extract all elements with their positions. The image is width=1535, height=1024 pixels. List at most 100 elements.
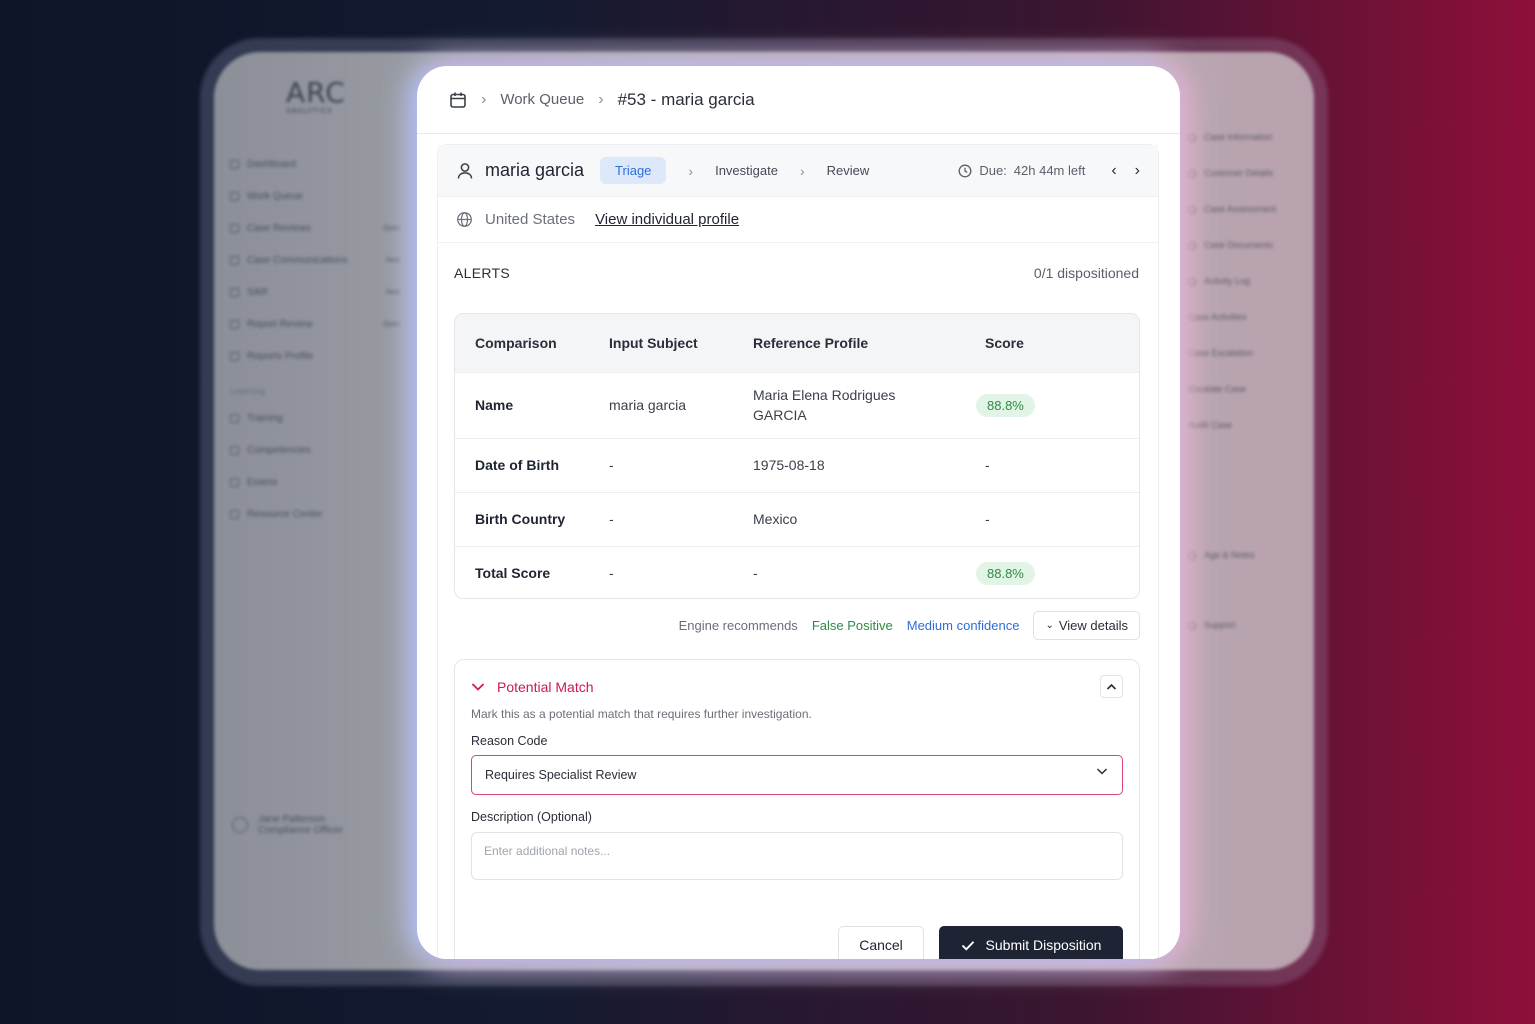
check-icon xyxy=(961,940,974,951)
bg-nav-item[interactable]: Case Reviews Open xyxy=(230,212,400,244)
due-indicator: Due: 42h 44m left xyxy=(958,163,1085,178)
bg-nav-item[interactable]: Exams xyxy=(230,466,400,498)
alerts-table: Comparison Input Subject Reference Profi… xyxy=(454,313,1140,599)
disposition-description: Mark this as a potential match that requ… xyxy=(471,707,812,721)
step-investigate[interactable]: Investigate xyxy=(715,163,778,178)
comparison-cell: Total Score xyxy=(455,545,609,598)
score-cell: 88.8% xyxy=(976,371,1139,438)
bg-right-item: Customer Details xyxy=(1188,168,1308,178)
score-badge: 88.8% xyxy=(976,393,1035,417)
alerts-title: ALERTS xyxy=(454,265,511,281)
reference-cell: - xyxy=(753,545,985,598)
submit-label: Submit Disposition xyxy=(985,937,1102,953)
comparison-cell: Birth Country xyxy=(455,491,609,546)
chevron-right-icon: › xyxy=(481,90,487,108)
calendar-icon[interactable] xyxy=(449,91,467,109)
recommendation-result: False Positive xyxy=(811,618,893,633)
background-right-panel: Case Information Customer Details Case A… xyxy=(1188,132,1308,656)
view-details-label: View details xyxy=(1058,618,1128,633)
table-row: Birth Country - Mexico - xyxy=(455,491,1139,546)
disposition-actions: Cancel Submit Disposition xyxy=(838,926,1123,959)
case-subject-name: maria garcia xyxy=(485,160,585,180)
bg-nav-item[interactable]: Work Queue xyxy=(230,180,400,212)
chevron-down-icon xyxy=(471,683,485,691)
bg-right-item: Case Escalation xyxy=(1188,348,1254,358)
case-header: maria garcia Triage › Investigate › Revi… xyxy=(438,145,1158,197)
bg-nav-item[interactable]: SAR New xyxy=(230,276,400,308)
column-header: Reference Profile xyxy=(753,334,869,351)
view-profile-link[interactable]: View individual profile xyxy=(595,211,739,228)
notes-textarea[interactable]: Enter additional notes... xyxy=(471,832,1123,880)
chevron-down-icon: ⌄ xyxy=(1045,620,1054,631)
nav-icon xyxy=(230,287,239,297)
chevron-down-icon xyxy=(1096,768,1108,775)
breadcrumb-work-queue[interactable]: Work Queue xyxy=(500,91,584,108)
description-label: Description (Optional) xyxy=(471,810,592,824)
nav-icon xyxy=(230,159,239,169)
bg-section-title: Learning xyxy=(230,386,266,396)
alerts-count: 0/1 dispositioned xyxy=(1033,265,1139,281)
bg-nav-item[interactable]: Training xyxy=(230,402,400,434)
bg-right-item: Case Assessment xyxy=(1188,204,1308,214)
background-sidebar: Dashboard Work Queue Case Reviews Open Ca… xyxy=(230,148,400,530)
user-avatar-icon xyxy=(232,817,248,833)
bg-right-item: Case Activities xyxy=(1188,312,1247,322)
score-cell: 88.8% xyxy=(976,545,1139,598)
nav-icon xyxy=(230,319,239,329)
clock-icon xyxy=(958,164,972,177)
reason-code-select[interactable]: Requires Specialist Review xyxy=(471,755,1123,795)
case-nav-arrows: ‹ › xyxy=(1111,162,1140,180)
reason-code-value: Requires Specialist Review xyxy=(485,768,637,782)
input-cell: - xyxy=(609,545,753,598)
bg-nav-item[interactable]: Competencies xyxy=(230,434,400,466)
recommendation-confidence: Medium confidence xyxy=(906,618,1020,633)
score-badge: 88.8% xyxy=(976,561,1035,585)
chevron-up-icon xyxy=(1106,683,1117,690)
next-case-icon[interactable]: › xyxy=(1135,162,1140,180)
chevron-right-icon: › xyxy=(598,90,604,108)
nav-icon xyxy=(230,413,239,423)
table-row: Date of Birth - 1975-08-18 - xyxy=(455,437,1139,492)
cancel-button[interactable]: Cancel xyxy=(838,926,924,959)
bg-nav-item[interactable]: Report Review Open xyxy=(230,308,400,340)
recommendation-label: Engine recommends xyxy=(678,618,798,633)
reference-cell: Maria Elena Rodrigues GARCIA xyxy=(753,371,985,438)
nav-icon xyxy=(230,255,239,265)
bg-right-item: Audit Case xyxy=(1188,420,1233,430)
bg-nav-item[interactable]: Resource Center xyxy=(230,498,400,530)
table-row: Total Score - - 88.8% xyxy=(455,545,1139,598)
country-label: United States xyxy=(485,211,576,228)
due-value: 42h 44m left xyxy=(1013,163,1086,178)
due-label: Due: xyxy=(979,163,1007,178)
nav-icon xyxy=(230,223,239,233)
globe-icon xyxy=(457,212,472,227)
nav-icon xyxy=(230,477,239,487)
bg-nav-item[interactable]: Dashboard xyxy=(230,148,400,180)
collapse-button[interactable] xyxy=(1100,675,1123,698)
step-review[interactable]: Review xyxy=(827,163,870,178)
nav-icon xyxy=(230,445,239,455)
score-cell: - xyxy=(985,437,1139,492)
breadcrumb: › Work Queue › #53 - maria garcia xyxy=(417,66,1180,134)
previous-case-icon[interactable]: ‹ xyxy=(1111,162,1116,180)
input-cell: maria garcia xyxy=(609,371,753,438)
submit-disposition-button[interactable]: Submit Disposition xyxy=(939,926,1123,959)
chevron-right-icon: › xyxy=(799,162,805,179)
bg-nav-item[interactable]: Reports Profile xyxy=(230,340,400,372)
disposition-header[interactable]: Potential Match xyxy=(455,660,1139,695)
bg-user-card[interactable]: Jane Patterson Compliance Officer xyxy=(232,814,343,836)
bg-right-item: Case Documents xyxy=(1188,240,1308,250)
disposition-title: Potential Match xyxy=(497,679,594,695)
input-cell: - xyxy=(609,491,753,546)
bg-right-item: Age & Notes xyxy=(1188,550,1308,560)
comparison-cell: Date of Birth xyxy=(455,437,609,492)
step-triage[interactable]: Triage xyxy=(600,157,667,184)
bg-nav-item[interactable]: Case Communications New xyxy=(230,244,400,276)
reason-code-label: Reason Code xyxy=(471,734,548,748)
column-header: Score xyxy=(985,334,1024,351)
column-header: Input Subject xyxy=(609,334,698,351)
user-icon xyxy=(457,162,473,179)
column-header: Comparison xyxy=(475,334,557,351)
score-cell: - xyxy=(985,491,1139,546)
view-details-button[interactable]: ⌄ View details xyxy=(1033,611,1140,640)
